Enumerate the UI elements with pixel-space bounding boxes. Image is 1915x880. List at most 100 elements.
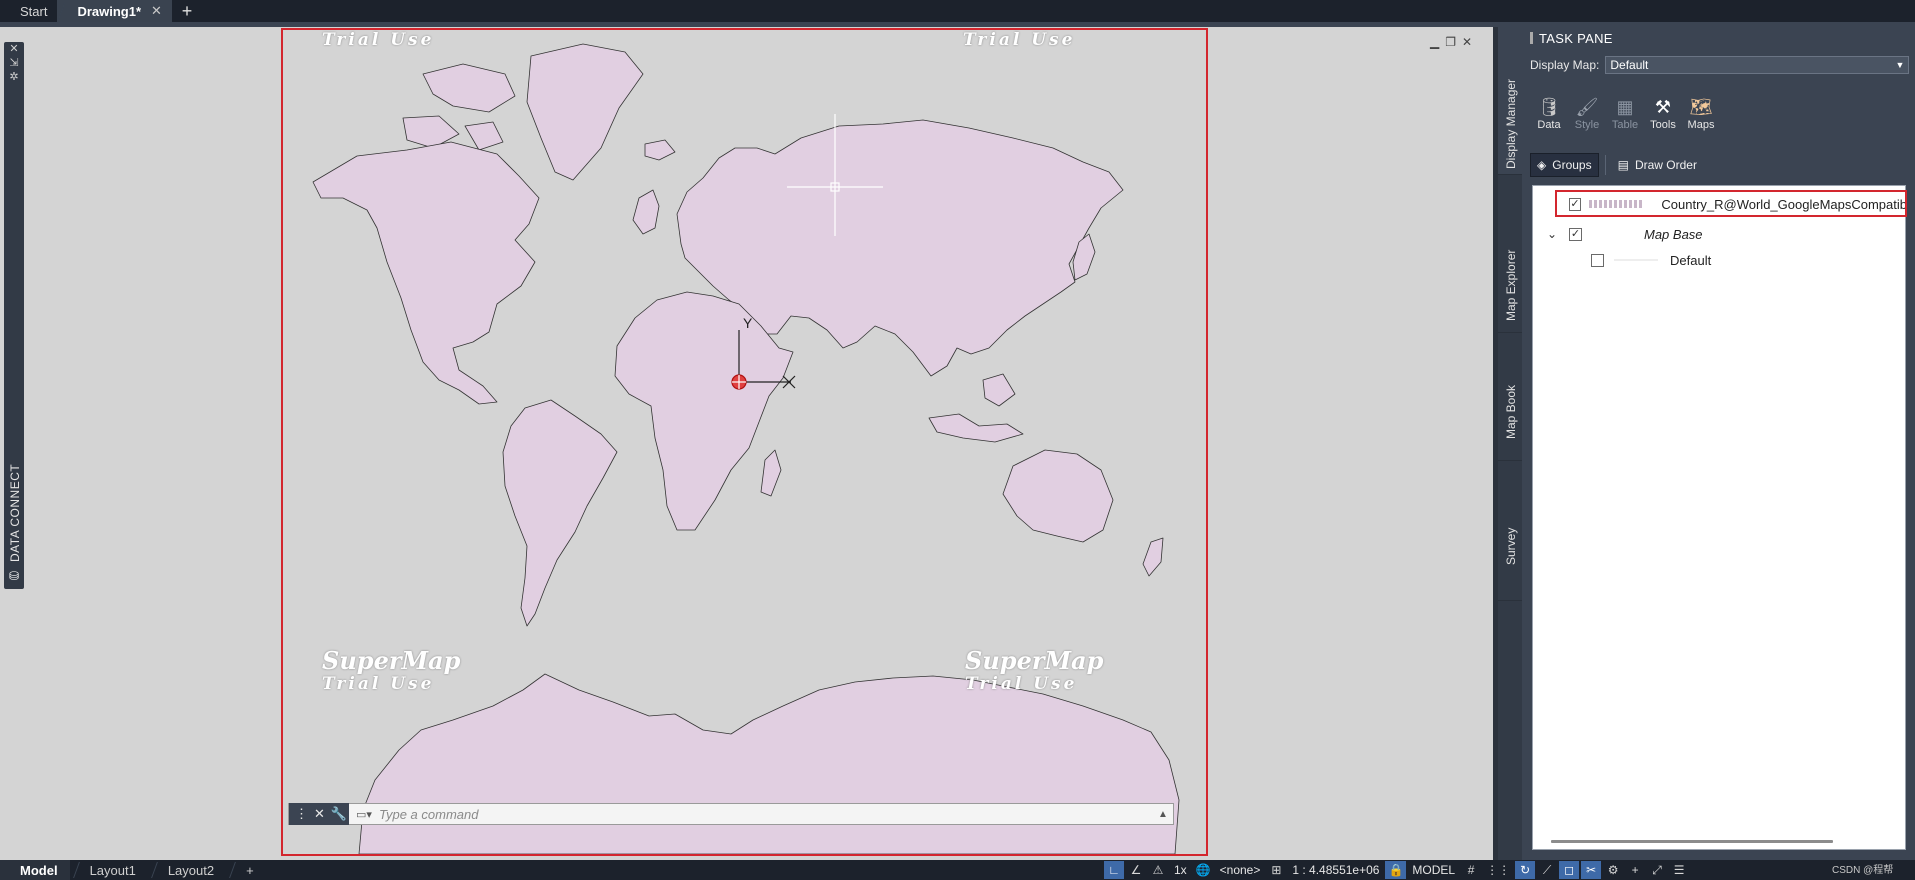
polar-icon[interactable]: ∠: [1126, 861, 1146, 879]
command-prompt-icon[interactable]: ▭▾: [349, 808, 379, 821]
arctic-islands-shape: [402, 63, 516, 151]
watermark-brand-left: SuperMap: [322, 646, 461, 675]
display-map-select[interactable]: Default ▼: [1605, 56, 1910, 74]
snap-icon[interactable]: ⋮⋮: [1483, 861, 1513, 879]
map-scale-value[interactable]: 1 : 4.48551e+06: [1288, 863, 1383, 877]
brush-icon: 🖌: [1575, 96, 1599, 117]
map-viewport[interactable]: Y Trial Use Trial Use SuperMap Trial Use…: [281, 28, 1208, 856]
status-tools: ∟ ∠ ⚠ 1x 🌐 <none> ⊞ 1 : 4.48551e+06 🔒 MO…: [1104, 860, 1689, 880]
maps-button-label: Maps: [1687, 119, 1715, 131]
tools-icon: ⚒: [1654, 96, 1672, 117]
tab-survey[interactable]: Survey: [1498, 461, 1522, 601]
command-history-icon[interactable]: ▲: [1153, 809, 1173, 820]
tab-map-book[interactable]: Map Book: [1498, 333, 1522, 461]
viewport-window-controls: ▁ ❐ ✕: [1430, 35, 1472, 49]
grid-icon[interactable]: #: [1461, 861, 1481, 879]
maps-button[interactable]: 🗺 Maps: [1684, 95, 1718, 132]
tab-layout1[interactable]: Layout1: [70, 860, 148, 880]
south-america-shape: [502, 399, 618, 627]
layer-row-default[interactable]: Default: [1533, 248, 1907, 272]
layer-map-base-swatch: [1590, 230, 1634, 238]
dynamic-input-icon[interactable]: ↻: [1515, 861, 1536, 879]
madagascar-shape: [760, 449, 782, 497]
horizontal-scrollbar[interactable]: [1551, 840, 1833, 843]
annotation-scale-icon[interactable]: ⚠: [1148, 861, 1168, 879]
tab-layout2[interactable]: Layout2: [148, 860, 226, 880]
close-icon[interactable]: ✕: [1462, 35, 1472, 49]
layer-tree: ✓ Country_R@World_GoogleMapsCompatib ⌄ ✓…: [1532, 185, 1907, 850]
palette-close-icon[interactable]: ✕: [4, 42, 24, 56]
greenland-shape: [526, 43, 644, 181]
watermark-trial-left: Trial Use: [322, 674, 435, 694]
tab-model-label: Model: [20, 862, 58, 878]
task-pane-tabs: Display Manager Map Explorer Map Book Su…: [1498, 27, 1522, 860]
fullscreen-icon[interactable]: ⤢: [1647, 861, 1667, 879]
isodraft-icon[interactable]: ⟋: [1537, 861, 1557, 879]
workspace-icon[interactable]: ✂: [1581, 861, 1602, 879]
tab-map-book-label: Map Book: [1504, 384, 1518, 439]
space-indicator[interactable]: MODEL: [1408, 863, 1459, 877]
status-bar: Model Layout1 Layout2 + ∟ ∠ ⚠ 1x 🌐 <none…: [0, 860, 1915, 880]
settings-icon[interactable]: ⚙: [1603, 861, 1623, 879]
layer-default-checkbox[interactable]: [1591, 253, 1604, 267]
app-window: Start Drawing1* ✕ + ✕ ⇲ ✲ DATA CONNECT ⛁: [0, 0, 1915, 880]
tools-button-label: Tools: [1650, 119, 1676, 131]
osnap-icon[interactable]: ◻: [1559, 861, 1580, 879]
menu-icon[interactable]: ☰: [1669, 861, 1689, 879]
new-tab-button[interactable]: +: [172, 0, 202, 22]
watermark-brand-right: SuperMap: [965, 646, 1104, 675]
close-tab-icon[interactable]: ✕: [151, 3, 162, 19]
style-button-label: Style: [1574, 119, 1600, 131]
command-input[interactable]: [379, 806, 1153, 822]
annotation-scale-value[interactable]: 1x: [1170, 863, 1191, 877]
table-button[interactable]: ▦ Table: [1608, 95, 1642, 132]
tab-map-explorer[interactable]: Map Explorer: [1498, 175, 1522, 333]
palette-autohide-icon[interactable]: ⇲: [4, 56, 24, 70]
layer-selection-outline: [1555, 190, 1907, 217]
tab-survey-label: Survey: [1504, 527, 1518, 565]
data-button[interactable]: 🛢 Data: [1532, 95, 1566, 132]
display-map-row: Display Map: Default ▼: [1530, 56, 1910, 74]
layer-map-base-checkbox[interactable]: ✓: [1569, 227, 1582, 241]
expand-chevron-icon[interactable]: ⌄: [1547, 227, 1561, 241]
north-america-shape: [312, 141, 540, 405]
minimize-icon[interactable]: ▁: [1430, 35, 1439, 49]
iceland-shape: [644, 139, 676, 161]
grip-icon[interactable]: ⋮: [295, 806, 308, 822]
groups-icon: ◈: [1537, 158, 1547, 172]
tab-start[interactable]: Start: [0, 0, 57, 22]
coord-system-value[interactable]: <none>: [1216, 863, 1265, 877]
maps-icon: 🗺: [1689, 96, 1713, 117]
database-icon[interactable]: ⛁: [7, 569, 21, 583]
tab-display-manager[interactable]: Display Manager: [1498, 27, 1522, 175]
tools-button[interactable]: ⚒ Tools: [1646, 95, 1680, 132]
watermark-top-right: Trial Use: [963, 30, 1076, 50]
draw-order-label: Draw Order: [1634, 158, 1697, 172]
task-pane-title: TASK PANE: [1530, 31, 1613, 46]
layer-default-name: Default: [1670, 252, 1712, 268]
layer-map-base-name: Map Base: [1644, 226, 1703, 242]
lock-icon[interactable]: 🔒: [1385, 861, 1407, 879]
groups-button[interactable]: ◈ Groups: [1530, 153, 1599, 177]
plus-icon[interactable]: +: [1625, 861, 1645, 879]
watermark-top-left: Trial Use: [322, 30, 435, 50]
layer-row-map-base[interactable]: ⌄ ✓ Map Base: [1533, 222, 1907, 246]
tab-drawing1[interactable]: Drawing1* ✕: [57, 0, 172, 22]
drawing-canvas[interactable]: Y Trial Use Trial Use SuperMap Trial Use…: [28, 27, 1493, 860]
tab-layout1-label: Layout1: [89, 862, 136, 878]
add-layout-button[interactable]: +: [226, 860, 266, 880]
restore-icon[interactable]: ❐: [1445, 35, 1456, 49]
palette-settings-icon[interactable]: ✲: [4, 70, 24, 84]
scale-icon[interactable]: ⊞: [1266, 861, 1286, 879]
tab-drawing1-label: Drawing1*: [77, 3, 142, 19]
ortho-icon[interactable]: ∟: [1104, 861, 1124, 879]
ucs-y-label: Y: [743, 315, 753, 331]
indonesia-shape: [928, 373, 1024, 443]
style-button[interactable]: 🖌 Style: [1570, 95, 1604, 132]
wrench-icon[interactable]: 🔧: [331, 806, 347, 822]
globe-icon[interactable]: 🌐: [1193, 861, 1214, 879]
draw-order-button[interactable]: ▤ Draw Order: [1612, 153, 1703, 177]
tab-model[interactable]: Model: [0, 860, 70, 880]
command-close-icon[interactable]: ✕: [314, 806, 325, 822]
country-polygons: [312, 43, 1180, 854]
